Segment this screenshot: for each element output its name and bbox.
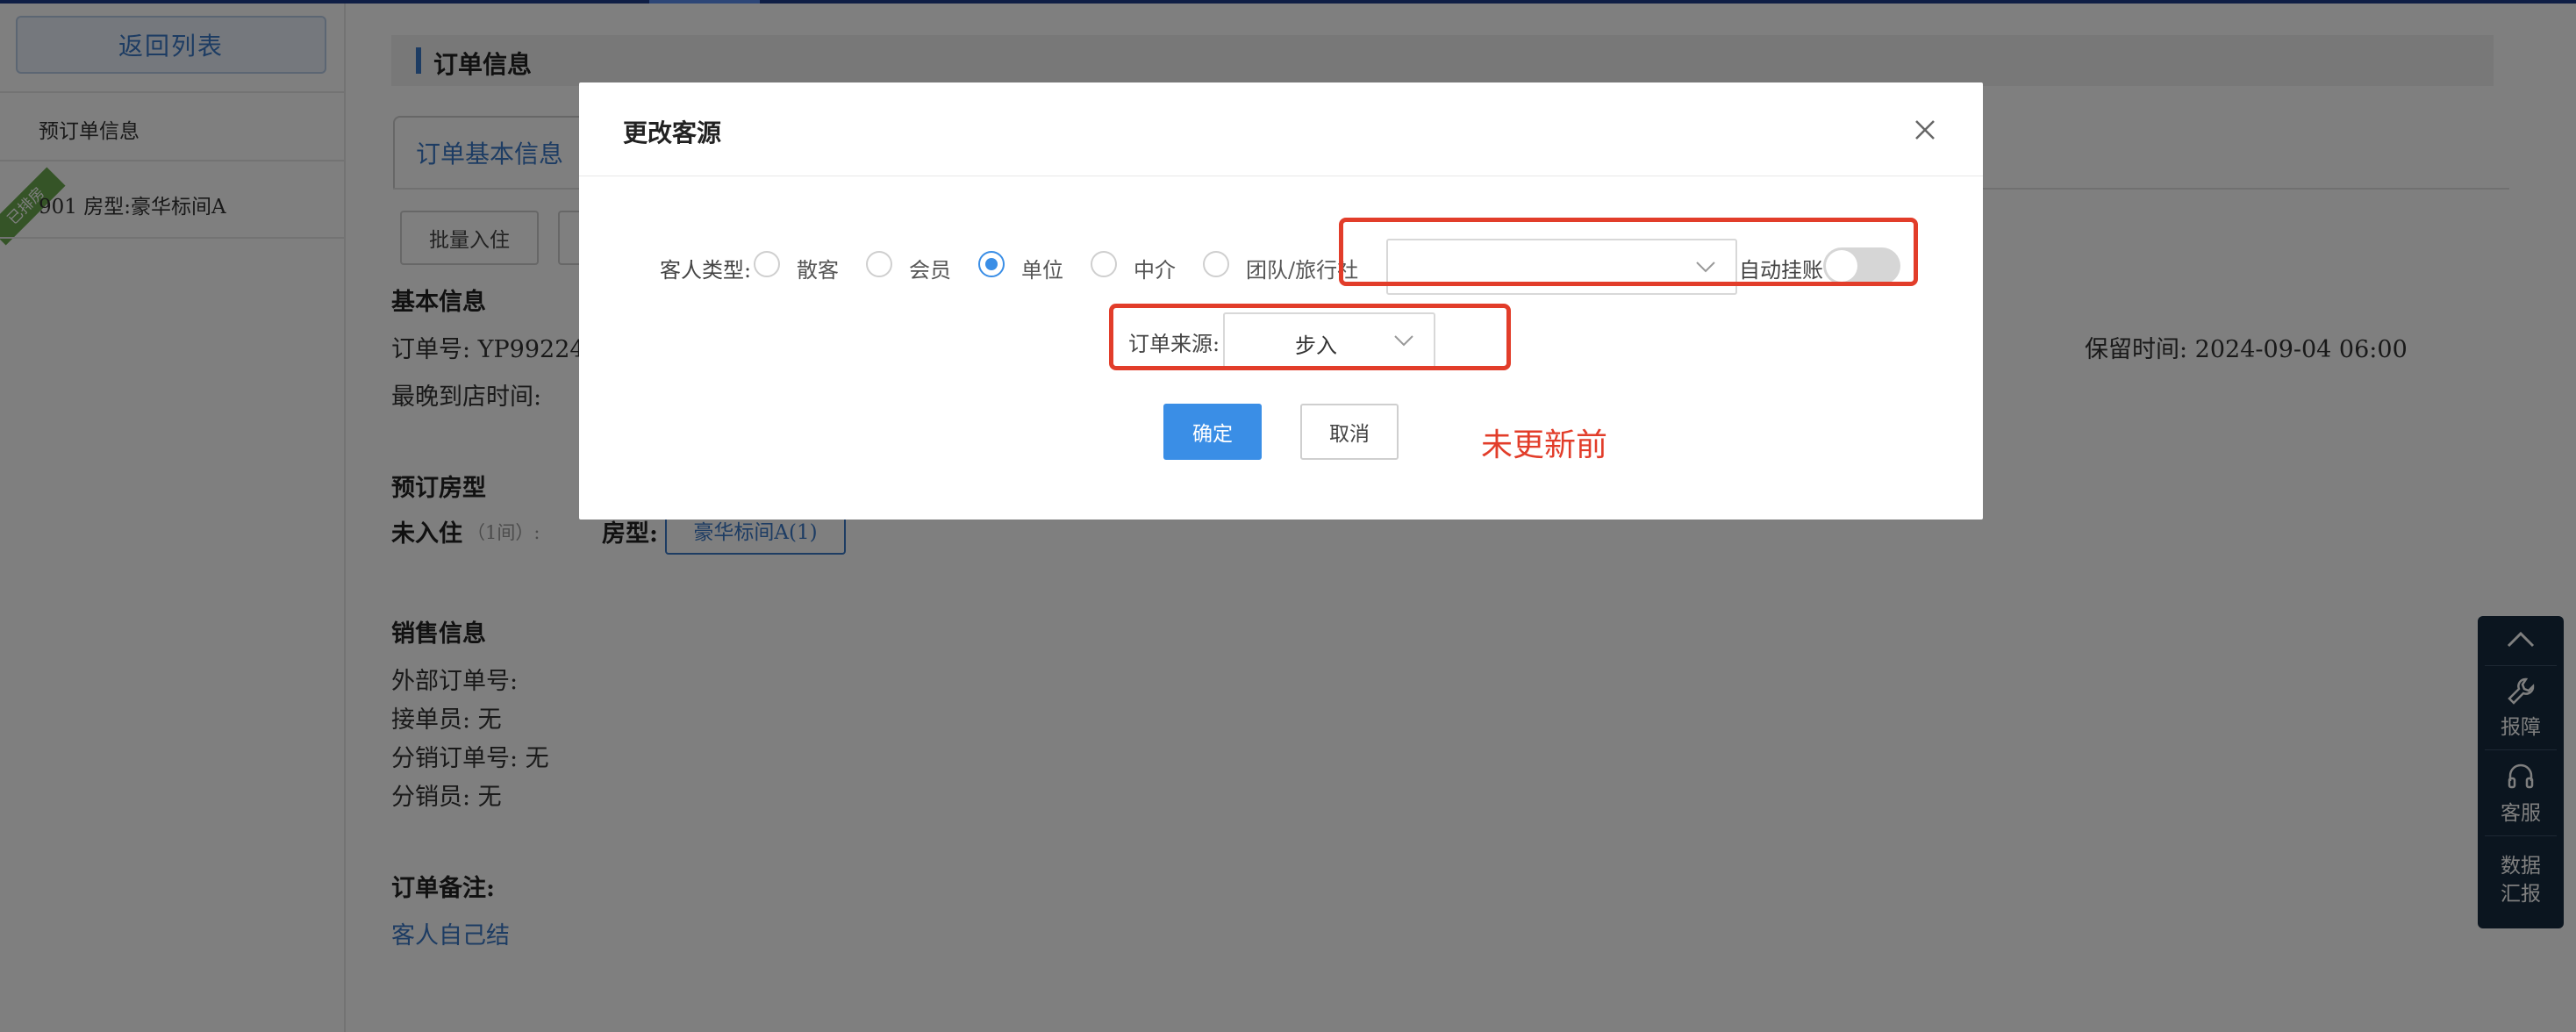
radio-member[interactable] xyxy=(866,251,892,277)
radio-label-walk-in[interactable]: 散客 xyxy=(797,253,839,283)
radio-walk-in[interactable] xyxy=(754,251,780,277)
change-guest-source-dialog: 更改客源 客人类型: 散客 会员 单位 中介 团队/旅行社 自动挂账 订单来源:… xyxy=(579,82,1983,520)
highlight-box-company-select xyxy=(1339,218,1918,286)
radio-group-travel-agency[interactable] xyxy=(1203,251,1229,277)
cancel-button[interactable]: 取消 xyxy=(1300,404,1399,460)
radio-company[interactable] xyxy=(978,251,1005,277)
annotation-note: 未更新前 xyxy=(1481,427,1608,463)
radio-label-agent[interactable]: 中介 xyxy=(1134,253,1176,283)
highlight-box-order-source xyxy=(1109,304,1511,370)
radio-label-member[interactable]: 会员 xyxy=(909,253,951,283)
confirm-button[interactable]: 确定 xyxy=(1163,404,1262,460)
close-icon[interactable] xyxy=(1911,116,1939,144)
guest-type-label: 客人类型: xyxy=(660,258,752,283)
radio-label-company[interactable]: 单位 xyxy=(1021,253,1063,283)
radio-agent[interactable] xyxy=(1091,251,1117,277)
dialog-title: 更改客源 xyxy=(623,118,722,147)
